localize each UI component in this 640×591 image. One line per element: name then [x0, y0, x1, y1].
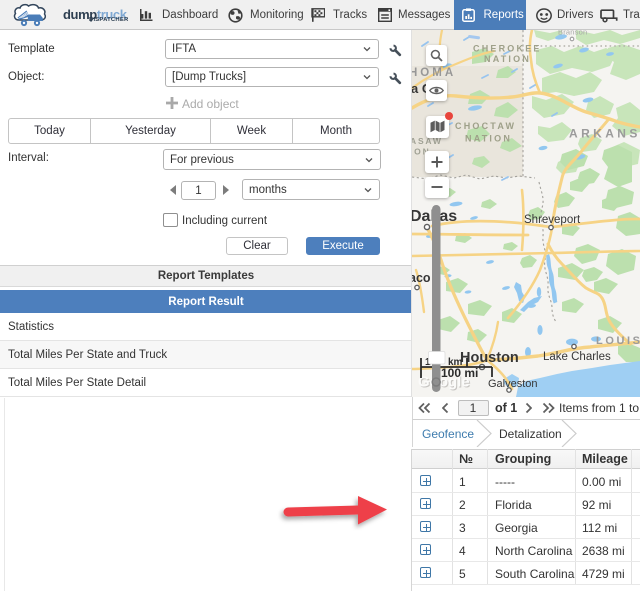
- svg-text:NATION: NATION: [465, 134, 512, 144]
- svg-text:CHOCTAW: CHOCTAW: [455, 121, 516, 131]
- svg-text:100 mi: 100 mi: [441, 366, 478, 380]
- svg-text:HOMA: HOMA: [412, 67, 456, 79]
- svg-text:ASAW: ASAW: [412, 136, 443, 146]
- svg-text:Galveston: Galveston: [488, 378, 538, 390]
- svg-text:ARKANSAS: ARKANSAS: [569, 127, 640, 141]
- svg-text:Branson: Branson: [558, 30, 587, 37]
- svg-text:Lake Charles: Lake Charles: [543, 351, 611, 363]
- svg-text:CHEROKEE: CHEROKEE: [473, 44, 542, 54]
- svg-text:Shreveport: Shreveport: [524, 214, 581, 226]
- svg-text:LOUISIA: LOUISIA: [596, 335, 640, 347]
- svg-text:Houston: Houston: [460, 350, 519, 366]
- svg-text:NATION: NATION: [484, 54, 531, 64]
- svg-text:aco: aco: [412, 271, 431, 285]
